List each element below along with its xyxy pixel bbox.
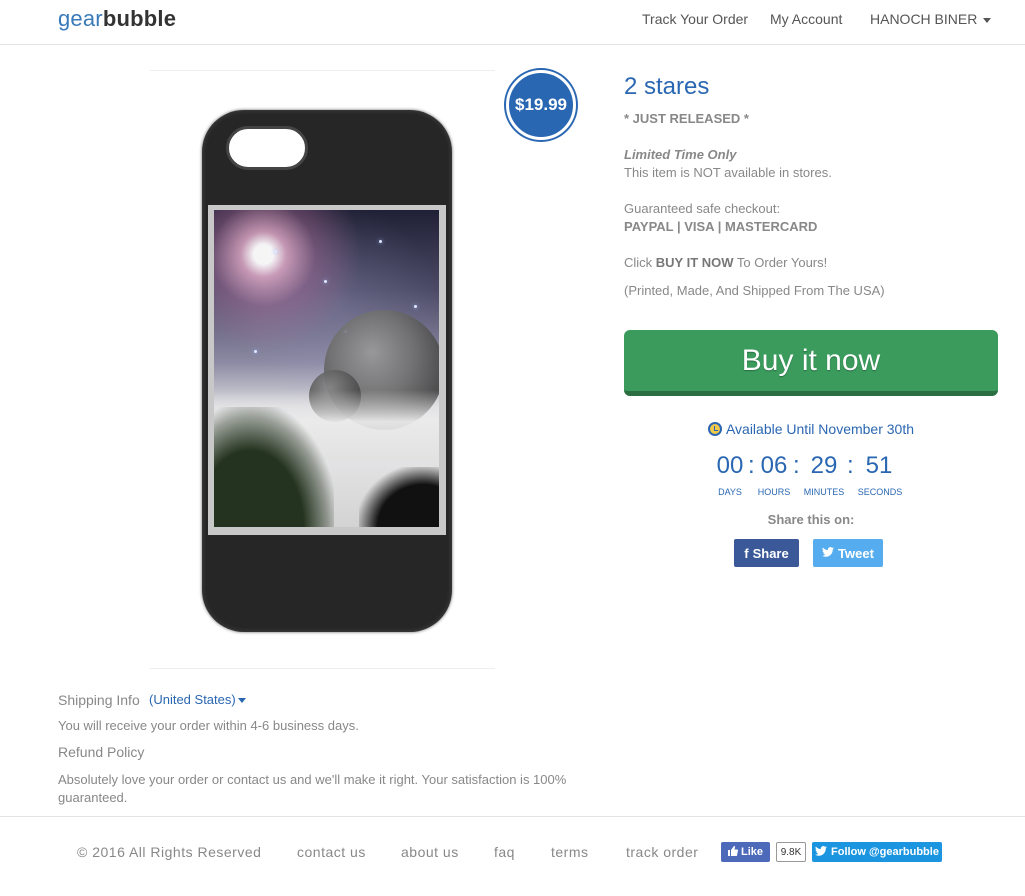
countdown-minutes: 29 xyxy=(810,452,838,479)
image-top-divider xyxy=(150,70,495,71)
availability-notice: Available Until November 30th xyxy=(624,421,998,437)
twitter-icon xyxy=(822,546,835,560)
nav-track-your-order[interactable]: Track Your Order xyxy=(642,11,748,27)
nav-user-menu[interactable]: HANOCH BINER xyxy=(870,11,992,27)
footer-link-track-order[interactable]: track order xyxy=(626,844,698,860)
forest-left xyxy=(214,407,334,527)
countdown-hours: 06 xyxy=(760,452,788,479)
image-bottom-divider xyxy=(150,668,495,669)
checkout-label: Guaranteed safe checkout: xyxy=(624,201,781,216)
footer-link-about[interactable]: about us xyxy=(401,844,459,860)
twitter-icon xyxy=(815,845,828,859)
star-decoration xyxy=(379,240,382,243)
shipping-country-select[interactable]: (United States) xyxy=(149,692,246,707)
star-decoration xyxy=(274,250,277,253)
countdown-minutes-label: MINUTES xyxy=(803,487,845,497)
limited-time-label: Limited Time Only xyxy=(624,147,737,162)
space-landscape-artwork xyxy=(214,210,439,527)
facebook-share-label: Share xyxy=(752,545,789,561)
buy-it-now-button[interactable]: Buy it now xyxy=(624,330,998,396)
like-label: Like xyxy=(740,846,763,858)
nav-my-account[interactable]: My Account xyxy=(770,11,842,27)
gearbubble-logo[interactable]: gearbubble xyxy=(58,6,176,32)
countdown-separator: : xyxy=(793,452,800,479)
click-prefix: Click xyxy=(624,255,656,270)
facebook-icon: f xyxy=(744,545,749,561)
footer-copyright: © 2016 All Rights Reserved xyxy=(77,844,262,860)
star-decoration xyxy=(414,305,417,308)
logo-part-bubble: bubble xyxy=(102,6,177,31)
product-title: 2 stares xyxy=(624,73,710,100)
shipping-info-label: Shipping Info xyxy=(58,692,140,708)
click-instruction: Click BUY IT NOW To Order Yours! xyxy=(624,255,827,270)
twitter-tweet-label: Tweet xyxy=(838,545,874,561)
shipping-country-value: (United States) xyxy=(149,692,236,707)
twitter-tweet-button[interactable]: Tweet xyxy=(813,539,883,567)
countdown-seconds-label: SECONDS xyxy=(857,487,903,497)
refund-policy-text: Absolutely love your order or contact us… xyxy=(58,772,567,805)
click-bold: BUY IT NOW xyxy=(655,255,734,270)
origin-text: (Printed, Made, And Shipped From The USA… xyxy=(624,283,885,298)
caret-down-icon xyxy=(983,17,992,23)
payment-methods: PAYPAL | VISA | MASTERCARD xyxy=(624,219,818,234)
star-decoration xyxy=(254,350,257,353)
click-suffix: To Order Yours! xyxy=(733,255,828,270)
facebook-share-button[interactable]: f Share xyxy=(734,539,799,567)
footer-divider xyxy=(0,816,1025,817)
clock-icon xyxy=(707,422,722,436)
refund-policy-label: Refund Policy xyxy=(58,744,145,760)
caret-down-icon xyxy=(237,698,246,704)
countdown-days: 00 xyxy=(716,452,744,479)
footer-link-faq[interactable]: faq xyxy=(494,844,515,860)
delivery-time-text: You will receive your order within 4-6 b… xyxy=(58,718,359,733)
logo-part-gear: gear xyxy=(58,6,103,31)
footer-link-terms[interactable]: terms xyxy=(551,844,589,860)
top-navbar: gearbubble Track Your Order My Account H… xyxy=(0,0,1025,45)
user-name: HANOCH BINER xyxy=(870,11,978,27)
not-in-stores-text: This item is NOT available in stores. xyxy=(624,165,832,180)
just-released-tag: * JUST RELEASED * xyxy=(624,111,749,126)
countdown-seconds: 51 xyxy=(865,452,893,479)
thumbs-up-icon xyxy=(727,845,739,859)
countdown-separator: : xyxy=(847,452,854,479)
star-decoration xyxy=(324,280,327,283)
footer-link-contact[interactable]: contact us xyxy=(297,844,366,860)
product-image-phone-case[interactable] xyxy=(202,110,452,632)
price-badge: $19.99 xyxy=(506,70,576,140)
case-artwork-frame xyxy=(208,205,446,535)
phone-camera-cutout xyxy=(226,126,308,170)
available-until-text: Available Until November 30th xyxy=(725,421,915,437)
tree-silhouette-right xyxy=(359,467,439,527)
follow-label: Follow @gearbubble xyxy=(831,846,939,858)
facebook-like-button[interactable]: Like xyxy=(721,842,770,862)
share-label: Share this on: xyxy=(767,512,855,527)
like-count-bubble: 9.8K xyxy=(776,842,806,862)
twitter-follow-button[interactable]: Follow @gearbubble xyxy=(812,842,942,862)
